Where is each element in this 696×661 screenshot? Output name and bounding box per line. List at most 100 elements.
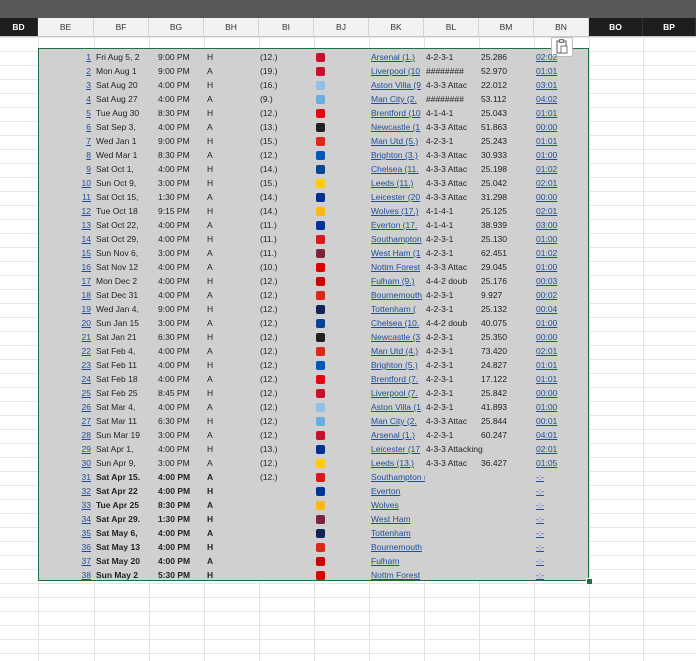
row-number-link[interactable]: 17: [38, 276, 91, 286]
score-link[interactable]: -:-: [536, 472, 588, 482]
table-row[interactable]: 6 Sat Sep 3, 4:00 PM A (13.) Newcastle (1 4-3-…: [38, 122, 589, 132]
table-row[interactable]: 12 Tue Oct 18 9:15 PM H (14.) Wolves (17.) 4-1…: [38, 206, 589, 216]
table-row[interactable]: 2 Mon Aug 1 9:00 PM A (19.) Liverpool (10 ####…: [38, 66, 589, 76]
table-row[interactable]: 13 Sat Oct 22, 4:00 PM A (11.) Everton (17. 4-…: [38, 220, 589, 230]
row-number-link[interactable]: 37: [38, 556, 91, 566]
score-link[interactable]: 01:01: [536, 360, 588, 370]
column-header-bi[interactable]: BI: [259, 18, 314, 36]
score-link[interactable]: -:-: [536, 514, 588, 524]
row-number-link[interactable]: 21: [38, 332, 91, 342]
score-link[interactable]: 02:01: [536, 206, 588, 216]
opponent-link[interactable]: Bournemouth: [371, 290, 425, 300]
row-number-link[interactable]: 19: [38, 304, 91, 314]
score-link[interactable]: 01:00: [536, 234, 588, 244]
score-link[interactable]: -:-: [536, 556, 588, 566]
table-row[interactable]: 16 Sat Nov 12 4:00 PM A (10.) Nottm Forest 4-3…: [38, 262, 589, 272]
score-link[interactable]: 02:01: [536, 178, 588, 188]
row-number-link[interactable]: 10: [38, 178, 91, 188]
table-row[interactable]: 14 Sat Oct 29, 4:00 PM H (11.) Southampton 4-2…: [38, 234, 589, 244]
score-link[interactable]: -:-: [536, 570, 588, 580]
table-row[interactable]: 23 Sat Feb 11 4:00 PM H (12.) Brighton (5.) 4-…: [38, 360, 589, 370]
row-number-link[interactable]: 7: [38, 136, 91, 146]
score-link[interactable]: 01:01: [536, 66, 588, 76]
row-number-link[interactable]: 32: [38, 486, 91, 496]
row-number-link[interactable]: 4: [38, 94, 91, 104]
table-row[interactable]: 9 Sat Oct 1, 4:00 PM H (14.) Chelsea (11. 4-3-…: [38, 164, 589, 174]
row-number-link[interactable]: 11: [38, 192, 91, 202]
score-link[interactable]: 00:01: [536, 416, 588, 426]
table-row[interactable]: 36 Sat May 13 4:00 PM H Bournemouth -:-: [38, 542, 589, 552]
opponent-link[interactable]: West Ham: [371, 514, 425, 524]
score-link[interactable]: -:-: [536, 528, 588, 538]
opponent-link[interactable]: Southampton: [371, 234, 425, 244]
opponent-link[interactable]: Aston Villa (1: [371, 402, 425, 412]
opponent-link[interactable]: Brighton (5.): [371, 360, 425, 370]
table-row[interactable]: 35 Sat May 6, 4:00 PM A Tottenham -:-: [38, 528, 589, 538]
row-number-link[interactable]: 35: [38, 528, 91, 538]
score-link[interactable]: 00:00: [536, 388, 588, 398]
opponent-link[interactable]: Nottm Forest: [371, 262, 425, 272]
score-link[interactable]: 04:01: [536, 430, 588, 440]
opponent-link[interactable]: Brentford (7.: [371, 374, 425, 384]
column-header-bg[interactable]: BG: [149, 18, 204, 36]
score-link[interactable]: 02:01: [536, 444, 588, 454]
row-number-link[interactable]: 29: [38, 444, 91, 454]
opponent-link[interactable]: Tottenham (: [371, 304, 425, 314]
opponent-link[interactable]: Arsenal (1.): [371, 52, 425, 62]
column-header-bn[interactable]: BN: [534, 18, 589, 36]
column-header-bh[interactable]: BH: [204, 18, 259, 36]
row-number-link[interactable]: 27: [38, 416, 91, 426]
row-number-link[interactable]: 14: [38, 234, 91, 244]
row-number-link[interactable]: 12: [38, 206, 91, 216]
column-header-bl[interactable]: BL: [424, 18, 479, 36]
row-number-link[interactable]: 23: [38, 360, 91, 370]
table-row[interactable]: 15 Sun Nov 6, 3:00 PM A (11.) West Ham (1 4-2-…: [38, 248, 589, 258]
opponent-link[interactable]: Southampton (20.): [371, 472, 425, 482]
opponent-link[interactable]: Liverpool (7.: [371, 388, 425, 398]
opponent-link[interactable]: Brentford (10: [371, 108, 425, 118]
column-header-bj[interactable]: BJ: [314, 18, 369, 36]
table-row[interactable]: 27 Sat Mar 11 6:30 PM H (12.) Man City (2. 4-3…: [38, 416, 589, 426]
table-row[interactable]: 30 Sun Apr 9, 3:00 PM A (12.) Leeds (13.) 4-3-…: [38, 458, 589, 468]
score-link[interactable]: -:-: [536, 500, 588, 510]
opponent-link[interactable]: Nottm Forest: [371, 570, 425, 580]
opponent-link[interactable]: Man Utd (5.): [371, 136, 425, 146]
score-link[interactable]: 00:03: [536, 276, 588, 286]
score-link[interactable]: 01:01: [536, 108, 588, 118]
column-header-bm[interactable]: BM: [479, 18, 534, 36]
row-number-link[interactable]: 20: [38, 318, 91, 328]
row-number-link[interactable]: 13: [38, 220, 91, 230]
row-number-link[interactable]: 15: [38, 248, 91, 258]
table-row[interactable]: 3 Sat Aug 20 4:00 PM H (16.) Aston Villa (9 4-…: [38, 80, 589, 90]
opponent-link[interactable]: Bournemouth: [371, 542, 425, 552]
score-link[interactable]: -:-: [536, 486, 588, 496]
row-number-link[interactable]: 3: [38, 80, 91, 90]
opponent-link[interactable]: Wolves: [371, 500, 425, 510]
row-number-link[interactable]: 24: [38, 374, 91, 384]
opponent-link[interactable]: Leeds (13.): [371, 458, 425, 468]
score-link[interactable]: 04:02: [536, 94, 588, 104]
score-link[interactable]: 01:02: [536, 164, 588, 174]
table-row[interactable]: 22 Sat Feb 4, 4:00 PM A (12.) Man Utd (4.) 4-2…: [38, 346, 589, 356]
opponent-link[interactable]: Man City (2.: [371, 416, 425, 426]
row-number-link[interactable]: 6: [38, 122, 91, 132]
row-number-link[interactable]: 18: [38, 290, 91, 300]
column-header-bk[interactable]: BK: [369, 18, 424, 36]
opponent-link[interactable]: Chelsea (11.: [371, 164, 425, 174]
table-row[interactable]: 38 Sun May 2 5:30 PM H Nottm Forest -:-: [38, 570, 589, 580]
row-number-link[interactable]: 31: [38, 472, 91, 482]
table-row[interactable]: 32 Sat Apr 22 4:00 PM H Everton -:-: [38, 486, 589, 496]
opponent-link[interactable]: Newcastle (3: [371, 332, 425, 342]
opponent-link[interactable]: Everton: [371, 486, 425, 496]
row-number-link[interactable]: 36: [38, 542, 91, 552]
table-row[interactable]: 7 Wed Jan 1 9:00 PM H (15.) Man Utd (5.) 4-2-3…: [38, 136, 589, 146]
row-number-link[interactable]: 22: [38, 346, 91, 356]
table-row[interactable]: 4 Sat Aug 27 4:00 PM A (9.) Man City (2. #####…: [38, 94, 589, 104]
score-link[interactable]: 02:02: [536, 52, 588, 62]
opponent-link[interactable]: Leicester (17: [371, 444, 425, 454]
table-row[interactable]: 25 Sat Feb 25 8:45 PM H (12.) Liverpool (7. 4-…: [38, 388, 589, 398]
column-header-bp[interactable]: BP: [643, 18, 696, 36]
opponent-link[interactable]: Leeds (11.): [371, 178, 425, 188]
score-link[interactable]: 01:01: [536, 136, 588, 146]
row-number-link[interactable]: 28: [38, 430, 91, 440]
